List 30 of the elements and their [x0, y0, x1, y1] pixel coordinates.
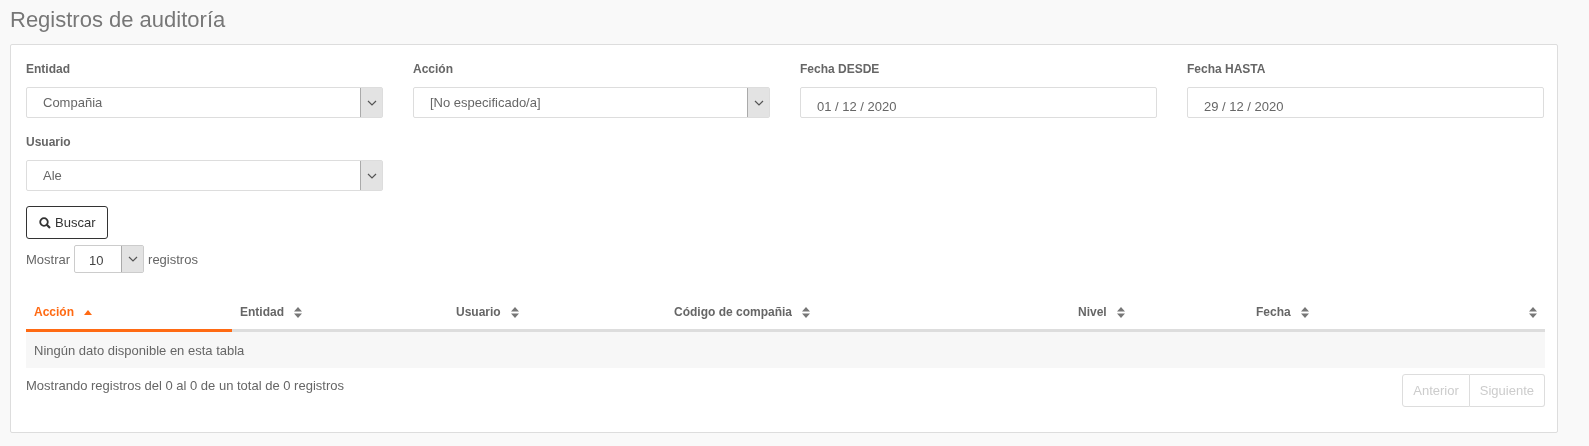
sort-icon: [294, 306, 302, 318]
page-title: Registros de auditoría: [10, 6, 227, 34]
column-header[interactable]: Código de compañia: [666, 295, 1070, 332]
field-label: Acción: [413, 62, 454, 78]
sort-icon: [1529, 306, 1537, 318]
search-icon: [39, 216, 51, 229]
column-header[interactable]: Usuario: [448, 295, 666, 332]
search-button[interactable]: Buscar: [26, 206, 108, 239]
date-field[interactable]: 29 / 12 / 2020: [1187, 87, 1544, 118]
sort-icon: [1300, 306, 1309, 318]
column-header[interactable]: Fecha: [1248, 295, 1516, 332]
field-label: Fecha HASTA: [1187, 62, 1267, 78]
date-field[interactable]: 01 / 12 / 2020: [800, 87, 1157, 118]
select-field[interactable]: Compañia: [26, 87, 383, 118]
sort-icon: [1116, 306, 1125, 318]
sort-icon: [510, 306, 519, 318]
length-label: Mostrar: [26, 251, 71, 267]
select-field[interactable]: Ale: [26, 160, 383, 191]
column-header[interactable]: Nivel: [1070, 295, 1248, 332]
column-header[interactable]: Entidad: [232, 295, 448, 332]
field-label: Entidad: [26, 62, 71, 78]
page-length-select[interactable]: 10: [74, 245, 145, 273]
sort-icon: [802, 306, 810, 318]
field-label: Fecha DESDE: [800, 62, 881, 78]
select-field[interactable]: [No especificado/a]: [413, 87, 770, 118]
empty-table-message: Ningún dato disponible en esta tabla: [26, 332, 1545, 368]
length-label: registros: [148, 251, 198, 267]
field-label: Usuario: [26, 135, 72, 151]
sort-up-icon: [84, 309, 92, 315]
table-info: Mostrando registros del 0 al 0 de un total de 0 registros: [26, 377, 344, 395]
